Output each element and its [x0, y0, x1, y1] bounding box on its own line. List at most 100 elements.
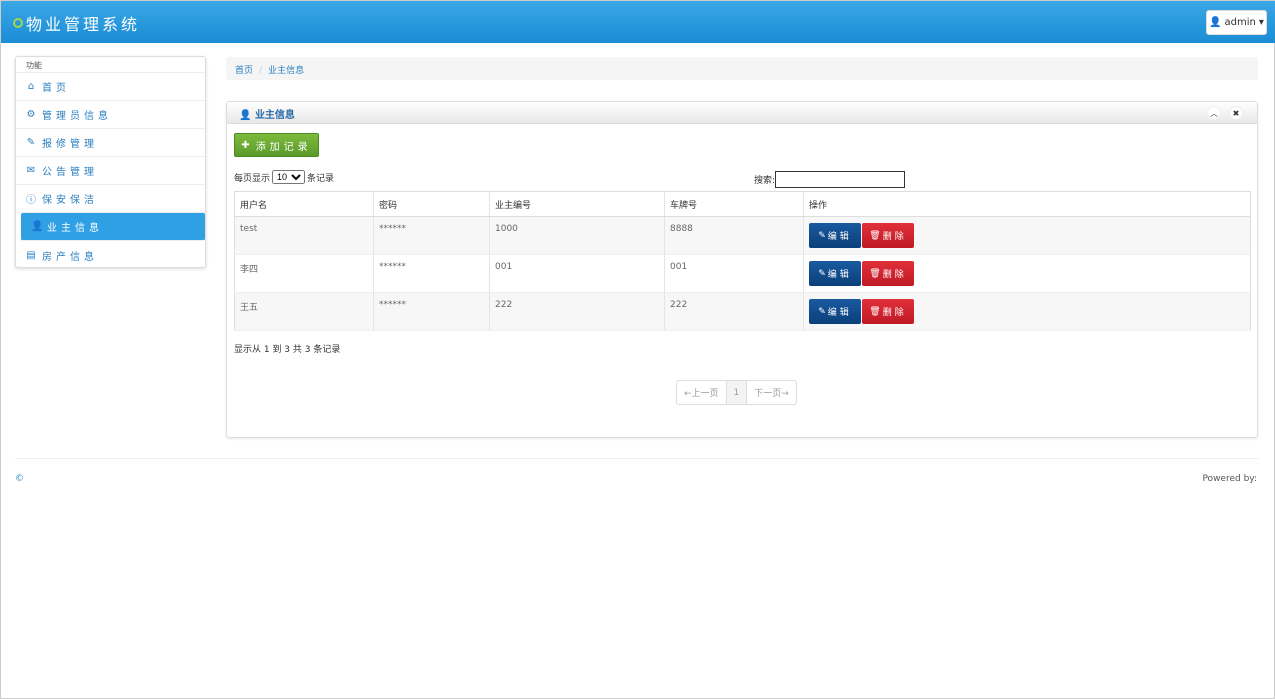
user-icon: 👤 — [239, 110, 252, 121]
panel-header: 👤 业主信息 — [227, 102, 1257, 124]
edit-icon: ✎ — [818, 230, 826, 241]
breadcrumb-separator: / — [259, 66, 263, 76]
label: 业主信息 — [47, 223, 103, 234]
next-page-button[interactable]: 下一页→ — [747, 381, 796, 404]
footer-divider — [15, 458, 1258, 459]
label: 报修管理 — [42, 139, 98, 150]
label: 管理员信息 — [42, 111, 112, 122]
top-navbar: 物业管理系统 👤 admin ▾ — [1, 1, 1275, 43]
close-icon[interactable]: ✖ — [1229, 106, 1243, 120]
label: 首页 — [42, 83, 70, 94]
pagination: ←上一页 1 下一页→ — [676, 380, 797, 405]
delete-button[interactable]: 🗑 删除 — [862, 261, 914, 286]
delete-button[interactable]: 🗑 删除 — [862, 223, 914, 248]
label: 编辑 — [827, 270, 852, 280]
sidebar-item-property[interactable]: ▤ 房产信息 — [16, 241, 205, 269]
delete-button[interactable]: 🗑 删除 — [862, 299, 914, 324]
column-header: 操作 — [803, 191, 1251, 217]
table-cell: ****** — [373, 216, 490, 255]
table-cell: 001 — [664, 254, 804, 293]
edit-icon: ✎ — [818, 306, 826, 317]
sidebar-item-owner[interactable]: 👤 业主信息 — [21, 213, 205, 241]
column-header[interactable]: 用户名 — [234, 191, 374, 217]
app-title: 物业管理系统 — [26, 15, 141, 34]
label: 条记录 — [307, 173, 335, 184]
sidebar-item-notice[interactable]: ✉ 公告管理 — [16, 157, 205, 185]
table-cell: 8888 — [664, 216, 804, 255]
column-header[interactable]: 密码 — [373, 191, 490, 217]
table-cell: ****** — [373, 292, 490, 331]
copyright: © — [15, 474, 24, 484]
sidebar-item-home[interactable]: ⌂ 首页 — [16, 73, 205, 101]
trash-icon: 🗑 — [869, 306, 881, 317]
search: 搜索: — [754, 171, 906, 188]
edit-button[interactable]: ✎ 编辑 — [809, 261, 861, 286]
column-header[interactable]: 车牌号 — [664, 191, 804, 217]
page-length: 每页显示 10 条记录 — [234, 170, 334, 184]
actions-cell: ✎ 编辑 🗑 删除 — [803, 292, 1251, 331]
table-info: 显示从 1 到 3 共 3 条记录 — [234, 345, 341, 355]
sidebar: 功能 ⌂ 首页 ⚙ 管理员信息 ✎ 报修管理 ✉ 公告管理 ⓘ 保安保洁 👤 业主信息 ▤ 房… — [15, 56, 206, 268]
table-cell: 王五 — [234, 292, 374, 331]
plus-icon: ✚ — [241, 139, 250, 151]
label: 编辑 — [827, 232, 852, 242]
table-cell: 222 — [489, 292, 665, 331]
edit-icon: ✎ — [818, 268, 826, 279]
actions-cell: ✎ 编辑 🗑 删除 — [803, 254, 1251, 293]
sidebar-title: 功能 — [16, 57, 205, 73]
table-cell: 李四 — [234, 254, 374, 293]
prev-page-button[interactable]: ←上一页 — [677, 381, 727, 404]
label: 每页显示 — [234, 173, 271, 184]
list-icon: ▤ — [26, 249, 36, 261]
label: 公告管理 — [42, 167, 98, 178]
label: 编辑 — [827, 308, 852, 318]
panel-title: 业主信息 — [254, 110, 295, 121]
table-row: test ****** 1000 8888 ✎ 编辑 🗑 删除 — [234, 216, 1251, 255]
search-label: 搜索: — [754, 176, 776, 186]
collapse-icon[interactable]: ︿ — [1207, 106, 1221, 120]
user-menu-button[interactable]: 👤 admin ▾ — [1206, 10, 1267, 35]
label: 删除 — [882, 270, 907, 280]
table-cell: 001 — [489, 254, 665, 293]
page-button[interactable]: 1 — [726, 381, 748, 404]
actions-cell: ✎ 编辑 🗑 删除 — [803, 216, 1251, 255]
home-icon: ⌂ — [27, 81, 35, 92]
owner-panel: 👤 业主信息 ︿ ✖ ✚ 添加记录 每页显示 10 条记录 搜索: 用户名 密码 业主… — [226, 101, 1258, 438]
logo-icon — [13, 18, 23, 28]
label: 删除 — [882, 308, 907, 318]
sidebar-item-repair[interactable]: ✎ 报修管理 — [16, 129, 205, 157]
sidebar-item-security[interactable]: ⓘ 保安保洁 — [16, 185, 205, 213]
label: 房产信息 — [42, 251, 98, 263]
table-cell: 1000 — [489, 216, 665, 255]
owner-table: 用户名 密码 业主编号 车牌号 操作 test ****** 1000 8888 ✎ 编辑… — [234, 191, 1251, 331]
username: admin — [1224, 17, 1256, 28]
column-header[interactable]: 业主编号 — [489, 191, 665, 217]
table-row: 李四 ****** 001 001 ✎ 编辑 🗑 删除 — [234, 254, 1251, 293]
envelope-icon: ✉ — [26, 165, 36, 176]
wrench-icon: ✎ — [26, 137, 36, 148]
page-length-select[interactable]: 10 — [272, 170, 306, 184]
label: 添加记录 — [255, 141, 312, 153]
sidebar-item-admin[interactable]: ⚙ 管理员信息 — [16, 101, 205, 129]
caret-down-icon: ▾ — [1258, 17, 1264, 28]
label: 删除 — [882, 232, 907, 242]
breadcrumb-home[interactable]: 首页 — [235, 66, 253, 76]
edit-button[interactable]: ✎ 编辑 — [809, 223, 861, 248]
edit-button[interactable]: ✎ 编辑 — [809, 299, 861, 324]
breadcrumb: 首页 / 业主信息 — [226, 57, 1258, 80]
trash-icon: 🗑 — [869, 268, 881, 279]
search-input[interactable] — [775, 171, 906, 188]
table-cell: ****** — [373, 254, 490, 293]
info-icon: ⓘ — [26, 195, 36, 206]
powered-by: Powered by: — [1202, 474, 1257, 484]
add-record-button[interactable]: ✚ 添加记录 — [234, 133, 319, 157]
gear-icon: ⚙ — [26, 109, 36, 120]
user-icon: 👤 — [1209, 17, 1222, 28]
trash-icon: 🗑 — [869, 230, 881, 241]
label: 保安保洁 — [42, 195, 98, 206]
user-icon: 👤 — [31, 221, 44, 232]
brand[interactable]: 物业管理系统 — [13, 11, 140, 35]
table-cell: 222 — [664, 292, 804, 331]
table-cell: test — [234, 216, 374, 255]
breadcrumb-current[interactable]: 业主信息 — [268, 66, 304, 76]
